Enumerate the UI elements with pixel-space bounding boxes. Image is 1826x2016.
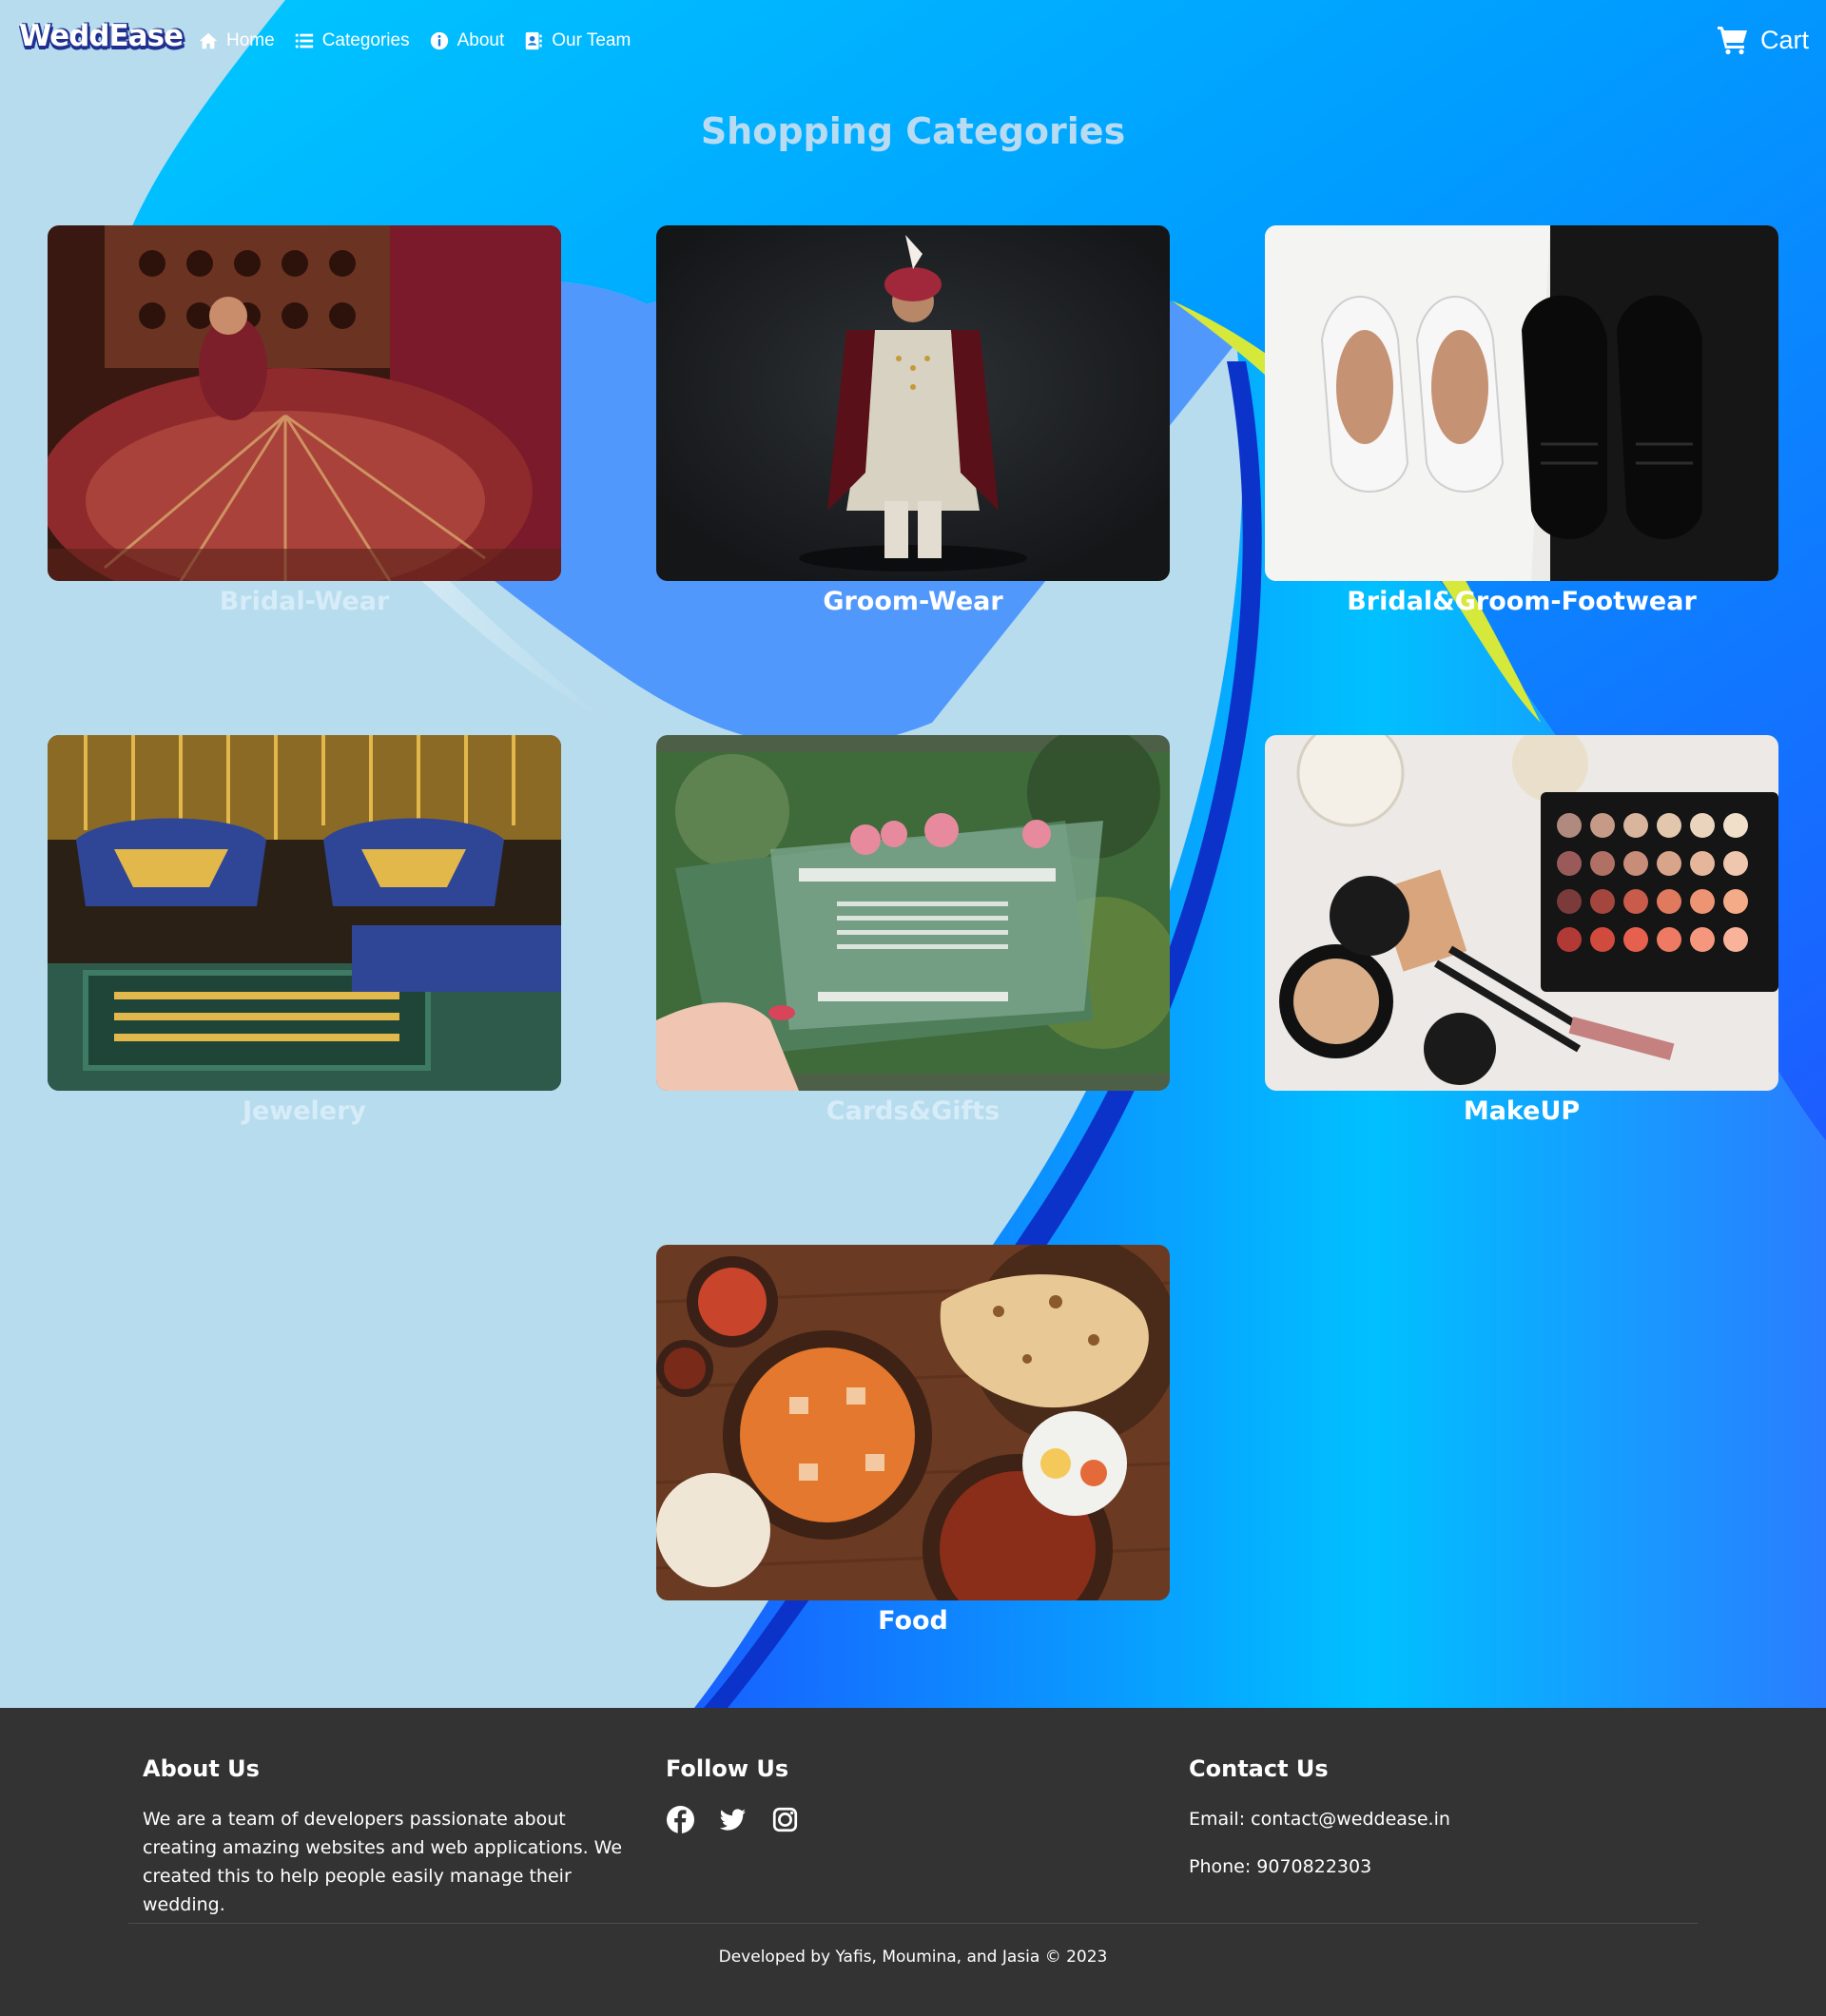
footer-about: About Us We are a team of developers pas… [143, 1755, 637, 1919]
nav-link-our-team[interactable]: Our Team [523, 30, 631, 51]
category-image-cards-gifts[interactable] [656, 735, 1170, 1091]
category-card-food[interactable]: Food [656, 1245, 1170, 1636]
category-image-food[interactable] [656, 1245, 1170, 1600]
contact-phone[interactable]: Phone: 9070822303 [1189, 1852, 1683, 1881]
copyright-text: Developed by Yafis, Moumina, and Jasia ©… [718, 1948, 1108, 1967]
category-label: Bridal&Groom-Footwear [1347, 587, 1697, 616]
list-icon [295, 33, 313, 48]
category-card-cards-gifts[interactable]: Cards&Gifts [656, 735, 1170, 1126]
cart-button[interactable]: Cart [1717, 25, 1809, 55]
category-label: MakeUP [1463, 1096, 1581, 1126]
category-card-footwear[interactable]: Bridal&Groom-Footwear [1265, 225, 1778, 616]
nav-link-label: Categories [321, 30, 410, 50]
category-label: Cards&Gifts [826, 1096, 1000, 1126]
category-image-bridal-wear[interactable] [48, 225, 561, 581]
home-icon [199, 32, 218, 49]
nav-link-label: Our Team [552, 30, 631, 50]
category-image-makeup[interactable] [1265, 735, 1778, 1091]
category-label: Food [878, 1606, 948, 1636]
category-image-groom-wear[interactable] [656, 225, 1170, 581]
footer-contact: Contact Us Email: contact@weddease.in Ph… [1189, 1755, 1683, 1900]
category-card-makeup[interactable]: MakeUP [1265, 735, 1778, 1126]
category-card-bridal-wear[interactable]: Bridal-Wear [48, 225, 561, 616]
info-icon [430, 31, 448, 50]
nav-link-label: Home [226, 30, 275, 50]
category-image-jewelery[interactable] [48, 735, 561, 1091]
nav-link-about[interactable]: About [429, 30, 505, 51]
category-label: Jewelery [242, 1096, 367, 1126]
category-image-footwear[interactable] [1265, 225, 1778, 581]
category-card-jewelery[interactable]: Jewelery [48, 735, 561, 1126]
footer-follow-heading: Follow Us [666, 1755, 789, 1782]
instagram-icon[interactable] [770, 1805, 800, 1834]
footer-divider [128, 1923, 1698, 1924]
facebook-icon[interactable] [666, 1805, 695, 1834]
social-links [666, 1805, 1141, 1834]
nav-link-home[interactable]: Home [198, 30, 275, 51]
shopping-cart-icon [1717, 27, 1747, 55]
navbar: WeddEase Home Categories About Our Team … [0, 0, 1826, 89]
nav-link-categories[interactable]: Categories [294, 30, 410, 51]
address-book-icon [525, 31, 542, 50]
footer-about-text: We are a team of developers passionate a… [143, 1809, 623, 1915]
category-label: Bridal-Wear [219, 587, 390, 616]
category-label: Groom-Wear [823, 587, 1003, 616]
brand-logo[interactable]: WeddEase [19, 19, 184, 53]
page: WeddEase Home Categories About Our Team … [0, 0, 1826, 2016]
category-card-groom-wear[interactable]: Groom-Wear [656, 225, 1170, 616]
nav-link-label: About [456, 30, 505, 50]
twitter-icon[interactable] [718, 1805, 748, 1834]
contact-email[interactable]: Email: contact@weddease.in [1189, 1805, 1683, 1833]
footer-follow: Follow Us [666, 1755, 1141, 1834]
cart-label: Cart [1759, 25, 1809, 54]
footer-about-heading: About Us [143, 1755, 260, 1782]
nav-links: Home Categories About Our Team [198, 30, 631, 51]
footer: About Us We are a team of developers pas… [0, 1708, 1826, 2016]
page-title: Shopping Categories [700, 110, 1126, 152]
footer-contact-heading: Contact Us [1189, 1755, 1329, 1782]
